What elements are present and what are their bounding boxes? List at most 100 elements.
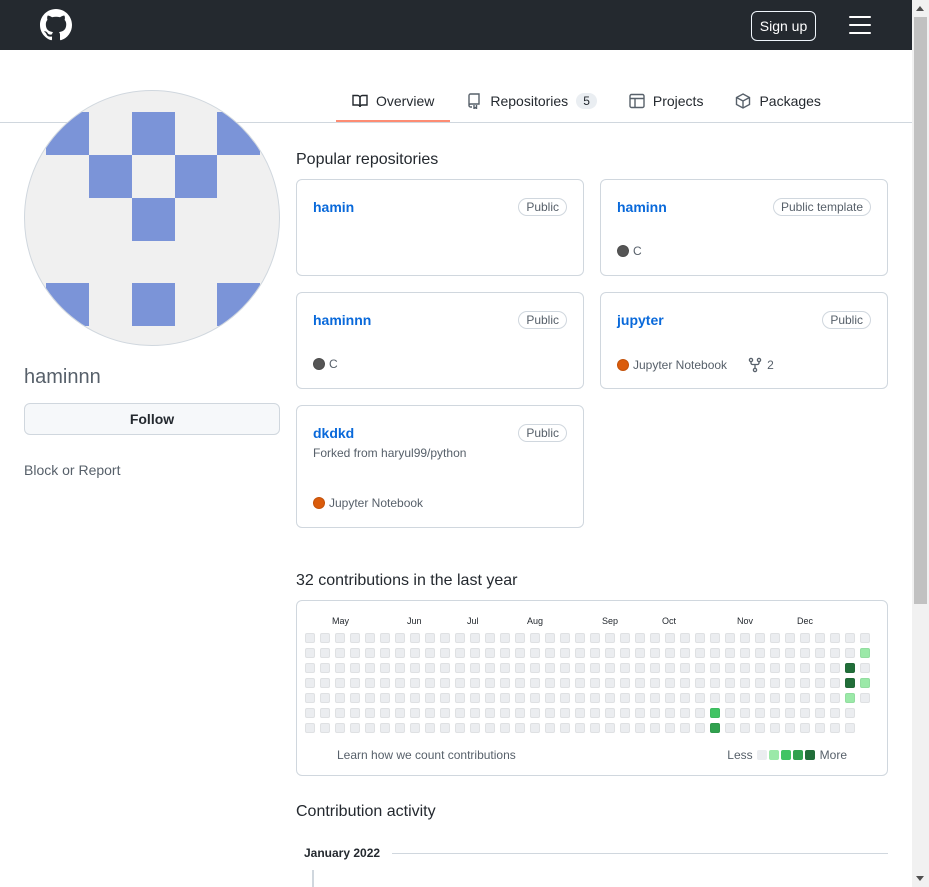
contribution-day[interactable] [485,678,495,688]
contribution-day[interactable] [410,648,420,658]
contribution-day[interactable] [815,723,825,733]
contribution-day[interactable] [770,678,780,688]
contribution-day[interactable] [755,693,765,703]
contribution-day[interactable] [755,678,765,688]
contribution-day[interactable] [395,633,405,643]
contribution-day[interactable] [485,693,495,703]
contribution-day[interactable] [305,678,315,688]
contribution-day[interactable] [440,633,450,643]
contribution-day[interactable] [395,693,405,703]
contribution-day[interactable] [365,693,375,703]
contribution-day[interactable] [740,723,750,733]
hamburger-menu-icon[interactable] [849,16,871,34]
contribution-day[interactable] [620,708,630,718]
contribution-day[interactable] [410,663,420,673]
contribution-day[interactable] [755,633,765,643]
contribution-day[interactable] [425,678,435,688]
contribution-day[interactable] [455,648,465,658]
contribution-day[interactable] [545,723,555,733]
contribution-day[interactable] [575,723,585,733]
contribution-day[interactable] [725,663,735,673]
contribution-day[interactable] [500,678,510,688]
tab-packages[interactable]: Packages [719,80,836,122]
contribution-day[interactable] [590,723,600,733]
contribution-day[interactable] [650,708,660,718]
contribution-day[interactable] [590,678,600,688]
contribution-day[interactable] [440,663,450,673]
contribution-day[interactable] [470,663,480,673]
contribution-day[interactable] [860,648,870,658]
contribution-day[interactable] [575,633,585,643]
contribution-day[interactable] [305,693,315,703]
contribution-day[interactable] [335,663,345,673]
contribution-day[interactable] [770,648,780,658]
contribution-day[interactable] [680,648,690,658]
contribution-day[interactable] [620,678,630,688]
contribution-day[interactable] [620,723,630,733]
contribution-day[interactable] [830,633,840,643]
contribution-day[interactable] [470,708,480,718]
contribution-day[interactable] [845,633,855,643]
contribution-day[interactable] [410,678,420,688]
contribution-day[interactable] [395,648,405,658]
contribution-day[interactable] [860,663,870,673]
contribution-day[interactable] [470,693,480,703]
contribution-day[interactable] [800,678,810,688]
contribution-day[interactable] [740,693,750,703]
contribution-day[interactable] [635,633,645,643]
contribution-day[interactable] [605,678,615,688]
contribution-day[interactable] [500,648,510,658]
contribution-day[interactable] [815,678,825,688]
contribution-day[interactable] [650,663,660,673]
contribution-day[interactable] [335,633,345,643]
contribution-day[interactable] [515,678,525,688]
contribution-day[interactable] [605,723,615,733]
contribution-day[interactable] [650,678,660,688]
contribution-day[interactable] [680,708,690,718]
scroll-up-arrow-icon[interactable] [916,6,924,11]
contribution-day[interactable] [560,663,570,673]
contribution-day[interactable] [605,648,615,658]
contribution-day[interactable] [545,633,555,643]
contribution-day[interactable] [500,633,510,643]
contribution-day[interactable] [530,708,540,718]
contribution-day[interactable] [500,708,510,718]
contribution-day[interactable] [800,723,810,733]
contribution-day[interactable] [485,723,495,733]
contribution-day[interactable] [350,693,360,703]
contribution-day[interactable] [500,693,510,703]
contribution-day[interactable] [425,708,435,718]
contribution-day[interactable] [860,693,870,703]
contribution-day[interactable] [725,648,735,658]
contribution-day[interactable] [395,678,405,688]
contribution-day[interactable] [620,693,630,703]
contribution-day[interactable] [425,723,435,733]
contribution-day[interactable] [305,633,315,643]
forks-link[interactable]: 2 [747,357,774,373]
contribution-day[interactable] [425,633,435,643]
contribution-day[interactable] [320,708,330,718]
follow-button[interactable]: Follow [24,403,280,435]
contribution-day[interactable] [635,678,645,688]
contribution-day[interactable] [665,723,675,733]
contribution-day[interactable] [530,633,540,643]
contribution-day[interactable] [755,648,765,658]
contribution-day[interactable] [350,663,360,673]
contribution-day[interactable] [740,708,750,718]
contribution-day[interactable] [380,723,390,733]
contribution-day[interactable] [635,708,645,718]
contribution-day[interactable] [455,663,465,673]
contribution-day[interactable] [590,693,600,703]
contribution-day[interactable] [440,678,450,688]
contribution-day[interactable] [575,648,585,658]
sign-up-button[interactable]: Sign up [751,11,816,41]
contribution-day[interactable] [650,723,660,733]
contribution-day[interactable] [680,663,690,673]
contribution-day[interactable] [815,648,825,658]
contribution-day[interactable] [755,708,765,718]
learn-contributions-link[interactable]: Learn how we count contributions [337,748,516,762]
contribution-day[interactable] [350,648,360,658]
contribution-day[interactable] [320,648,330,658]
contribution-day[interactable] [785,678,795,688]
contribution-day[interactable] [530,723,540,733]
